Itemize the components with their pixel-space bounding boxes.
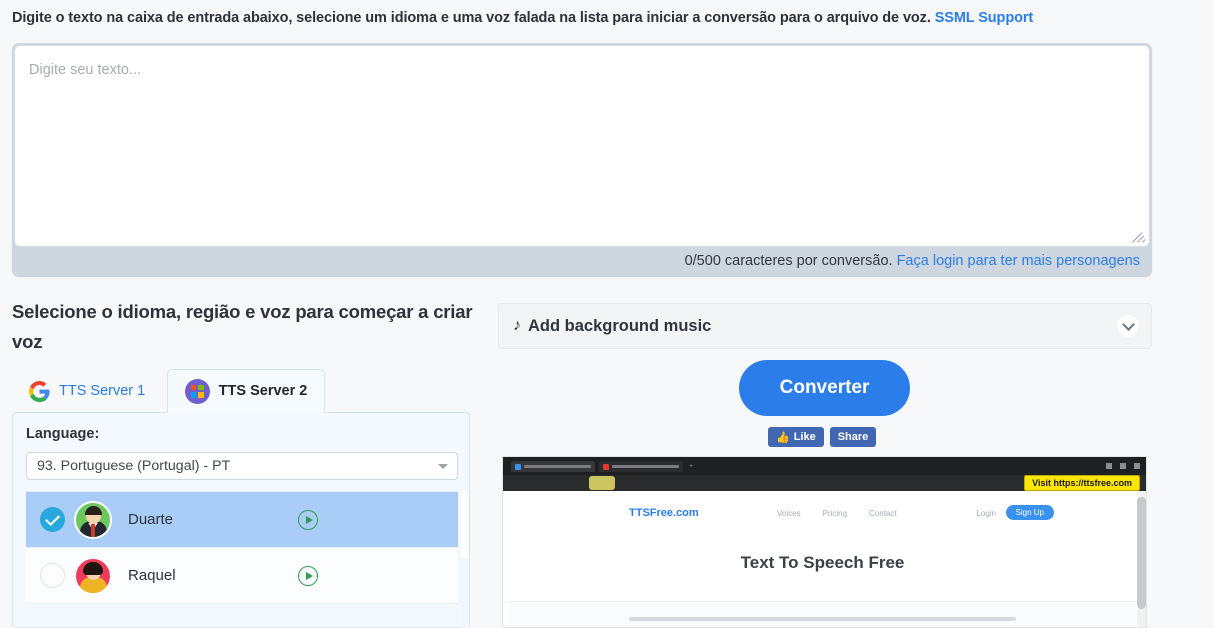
list-item[interactable]: Raquel: [26, 548, 458, 604]
chevron-down-icon: [438, 464, 448, 469]
play-icon[interactable]: [298, 565, 318, 586]
facebook-like-label: Like: [793, 431, 816, 443]
resize-handle-icon[interactable]: [1132, 229, 1146, 243]
video-nav-item: Voices: [777, 509, 801, 518]
voice-list[interactable]: Duarte Raquel: [26, 491, 458, 628]
text-input-card: Digite seu texto... 0/500 caracteres por…: [12, 43, 1152, 277]
bgm-text: Add background music: [528, 316, 712, 335]
intro-text: Digite o texto na caixa de entrada abaix…: [12, 10, 1152, 26]
video-browser-titlebar: +: [503, 457, 1146, 475]
video-site-nav: Voices Pricing Contact: [777, 509, 897, 518]
video-signup-button: Sign Up: [1005, 505, 1054, 520]
radio-icon[interactable]: [40, 563, 65, 588]
new-tab-icon: +: [689, 463, 694, 470]
video-description-line: [629, 617, 1016, 621]
chevron-down-icon[interactable]: [1117, 315, 1139, 337]
play-icon[interactable]: [298, 509, 318, 530]
avatar: [74, 500, 112, 539]
voice-name: Duarte: [128, 511, 174, 528]
server-panel: Language: 93. Portuguese (Portugal) - PT…: [12, 412, 470, 628]
tab-tts-server-2[interactable]: TTS Server 2: [166, 369, 326, 413]
visit-site-tooltip: Visit https://ttsfree.com: [1024, 475, 1140, 491]
section-title: Selecione o idioma, região e voz para co…: [12, 301, 473, 352]
thumbs-up-icon: 👍: [776, 431, 790, 444]
google-icon: [29, 380, 50, 402]
language-select[interactable]: 93. Portuguese (Portugal) - PT: [26, 452, 458, 480]
music-note-icon: ♪: [513, 317, 521, 334]
avatar: [74, 556, 112, 595]
ssml-support-link[interactable]: SSML Support: [935, 10, 1034, 26]
language-select-value: 93. Portuguese (Portugal) - PT: [37, 458, 231, 474]
demo-video-thumbnail[interactable]: + Visit https://ttsfree.com TTSFree.com …: [502, 456, 1147, 628]
check-icon[interactable]: [40, 507, 65, 532]
add-background-music-label: ♪ Add background music: [513, 317, 711, 336]
tab-tts-server-1[interactable]: TTS Server 1: [12, 369, 162, 413]
facebook-share-button[interactable]: Share: [829, 427, 877, 447]
character-counter: 0/500 caracteres por conversão. Faça log…: [685, 245, 1140, 277]
character-counter-text: 0/500 caracteres por conversão.: [684, 253, 893, 269]
intro-sentence: Digite o texto na caixa de entrada abaix…: [12, 10, 931, 26]
video-nav-item: Pricing: [822, 509, 848, 518]
list-item[interactable]: Duarte: [26, 492, 458, 548]
tab-tts-server-1-label: TTS Server 1: [59, 383, 146, 399]
login-more-characters-link[interactable]: Faça login para ter mais personagens: [897, 253, 1140, 269]
language-label: Language:: [26, 426, 100, 442]
voice-list-scrollbar-thumb[interactable]: [461, 491, 469, 559]
page-root: Digite o texto na caixa de entrada abaix…: [0, 0, 1214, 628]
window-controls: [1106, 463, 1140, 469]
facebook-share-label: Share: [837, 431, 869, 443]
video-browser-tab: [599, 461, 683, 472]
text-input-placeholder: Digite seu texto...: [29, 62, 142, 78]
video-browser-tab: [511, 461, 595, 472]
tab-tts-server-2-label: TTS Server 2: [218, 383, 308, 399]
video-page-content: TTSFree.com Voices Pricing Contact Login…: [509, 491, 1136, 627]
microsoft-icon: [184, 378, 210, 404]
facebook-like-button[interactable]: 👍 Like: [768, 427, 824, 447]
social-buttons: 👍 Like Share: [768, 427, 877, 447]
voice-name: Raquel: [128, 567, 176, 584]
video-heading: Text To Speech Free: [740, 553, 905, 572]
video-login-label: Login: [976, 509, 996, 518]
convert-button[interactable]: Converter: [739, 360, 910, 416]
server-tabs: TTS Server 1 TTS Server 2: [12, 369, 326, 413]
video-nav-item: Contact: [869, 509, 897, 518]
text-input-area[interactable]: Digite seu texto...: [14, 45, 1150, 247]
cursor-highlight: [589, 476, 615, 490]
video-scrollbar-thumb[interactable]: [1137, 497, 1146, 609]
add-background-music-panel[interactable]: ♪ Add background music: [498, 303, 1152, 349]
video-site-logo: TTSFree.com: [629, 507, 699, 519]
